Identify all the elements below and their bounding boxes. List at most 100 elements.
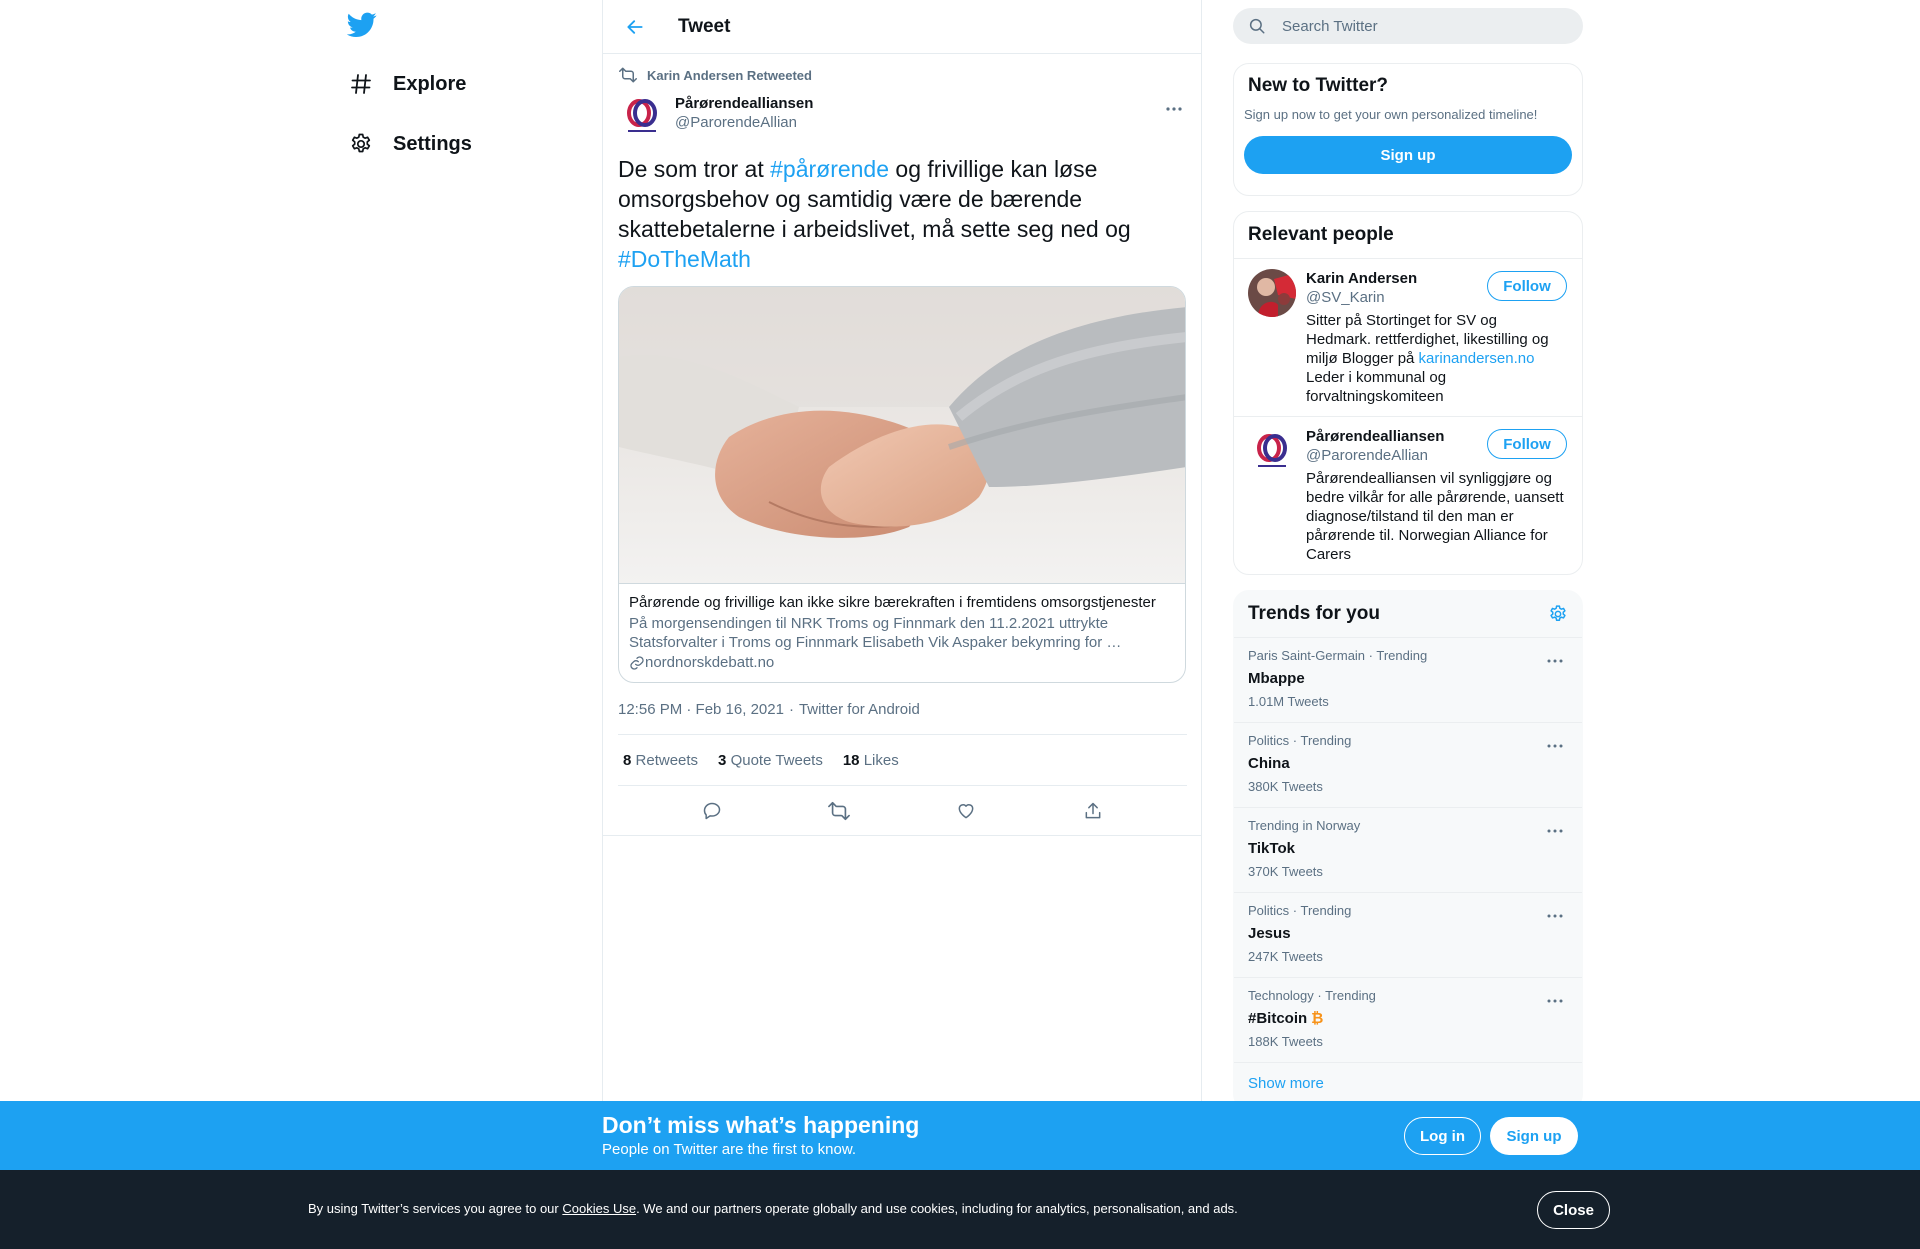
tweet-timestamp[interactable]: 12:56 PM · Feb 16, 2021 xyxy=(618,701,784,718)
back-arrow-icon xyxy=(627,19,643,34)
more-dots-icon xyxy=(1547,659,1563,663)
person-bio: Pårørendealliansen vil synliggjøre og be… xyxy=(1306,470,1564,563)
tweet-meta: 12:56 PM · Feb 16, 2021 · Twitter for An… xyxy=(618,699,1187,719)
retweet-context: Karin Andersen Retweeted xyxy=(618,62,1187,88)
page-header: Tweet xyxy=(603,0,1201,54)
card-domain-text: nordnorskdebatt.no xyxy=(645,654,775,671)
tweet-author: Pårørendealliansen @ParorendeAllian xyxy=(618,92,1187,140)
card-domain: nordnorskdebatt.no xyxy=(629,653,1175,672)
hashtag-icon xyxy=(343,66,379,102)
author-name[interactable]: Pårørendealliansen xyxy=(675,94,813,113)
like-button[interactable] xyxy=(948,793,984,829)
trend-name-row: #Bitcoin ₿ xyxy=(1248,1009,1568,1029)
nav-settings[interactable]: Settings xyxy=(343,122,472,166)
tweet-text: De som tror at #pårørende og frivillige … xyxy=(618,154,1178,274)
reply-button[interactable] xyxy=(694,793,730,829)
likes-label: Likes xyxy=(863,751,899,769)
card-image xyxy=(619,287,1185,584)
signup-bar-subtitle: People on Twitter are the first to know. xyxy=(602,1141,857,1158)
hashtag-link[interactable]: #pårørende xyxy=(770,156,889,182)
hashtag-link[interactable]: #DoTheMath xyxy=(618,246,751,272)
retweets-count: 8 xyxy=(623,751,632,769)
likes-stat[interactable]: 18 Likes xyxy=(843,752,899,769)
more-dots-icon xyxy=(1547,999,1563,1003)
trend-item[interactable]: Paris Saint-Germain · Trending Mbappe 1.… xyxy=(1234,638,1582,723)
trends-panel: Trends for you Paris Saint-Germain · Tre… xyxy=(1233,590,1583,1110)
retweet-button[interactable] xyxy=(821,793,857,829)
trend-count: 1.01M Tweets xyxy=(1248,694,1329,709)
trend-context: Politics · Trending xyxy=(1248,733,1352,748)
retweet-icon xyxy=(827,801,850,820)
person-bio-text: Leder i kommunal og forvaltningskomiteen xyxy=(1306,369,1447,405)
cookie-text: By using Twitter’s services you agree to… xyxy=(308,1201,1238,1216)
trend-count: 247K Tweets xyxy=(1248,949,1323,964)
gear-icon[interactable] xyxy=(1548,604,1568,624)
close-button[interactable]: Close xyxy=(1537,1191,1610,1229)
nav-explore-label: Explore xyxy=(393,72,467,95)
cookie-banner: By using Twitter’s services you agree to… xyxy=(0,1170,1920,1249)
tweet-actions xyxy=(603,786,1201,836)
trend-name: #Bitcoin xyxy=(1248,1010,1308,1027)
quotes-label: Quote Tweets xyxy=(730,751,823,769)
trend-count: 370K Tweets xyxy=(1248,864,1323,879)
trend-count: 380K Tweets xyxy=(1248,779,1323,794)
bio-link[interactable]: karinandersen.no xyxy=(1419,350,1535,367)
tweet: Karin Andersen Retweeted Pårørendeallian… xyxy=(603,62,1201,836)
parorendealliansen-logo xyxy=(1257,434,1287,467)
trend-more-button[interactable] xyxy=(1542,903,1568,929)
show-more-link[interactable]: Show more xyxy=(1234,1063,1582,1104)
relevant-people-title: Relevant people xyxy=(1234,212,1582,259)
cookie-text-part: . We and our partners operate globally a… xyxy=(636,1201,1238,1216)
link-card[interactable]: Pårørende og frivillige kan ikke sikre b… xyxy=(618,286,1186,683)
avatar[interactable] xyxy=(1248,427,1296,475)
tweet-stats: 8 Retweets 3 Quote Tweets 18 Likes xyxy=(618,734,1187,786)
trends-header: Trends for you xyxy=(1234,591,1582,638)
trend-item[interactable]: Politics · Trending Jesus 247K Tweets xyxy=(1234,893,1582,978)
twitter-bird-icon[interactable] xyxy=(347,12,379,44)
trend-more-button[interactable] xyxy=(1542,818,1568,844)
signup-button[interactable]: Sign up xyxy=(1244,136,1572,174)
search-box[interactable] xyxy=(1233,8,1583,44)
trend-more-button[interactable] xyxy=(1542,988,1568,1014)
author-handle[interactable]: @ParorendeAllian xyxy=(675,113,813,132)
follow-button[interactable]: Follow xyxy=(1487,429,1567,459)
trend-count: 188K Tweets xyxy=(1248,1034,1323,1049)
search-input[interactable] xyxy=(1282,17,1562,35)
trend-context: Technology · Trending xyxy=(1248,988,1376,1003)
avatar[interactable] xyxy=(618,92,666,140)
trend-item[interactable]: Technology · Trending #Bitcoin ₿ 188K Tw… xyxy=(1234,978,1582,1063)
person-card[interactable]: Karin Andersen @SV_Karin Sitter på Stort… xyxy=(1234,259,1582,417)
follow-button[interactable]: Follow xyxy=(1487,271,1567,301)
signup-bar-button[interactable]: Sign up xyxy=(1490,1117,1578,1155)
retweet-icon xyxy=(619,67,637,83)
cookies-use-link[interactable]: Cookies Use xyxy=(562,1201,636,1216)
avatar[interactable] xyxy=(1248,269,1296,317)
trend-item[interactable]: Trending in Norway TikTok 370K Tweets xyxy=(1234,808,1582,893)
trend-name: Jesus xyxy=(1248,925,1291,942)
trend-item[interactable]: Politics · Trending China 380K Tweets xyxy=(1234,723,1582,808)
retweeted-by-label[interactable]: Karin Andersen Retweeted xyxy=(647,68,812,83)
nav-settings-label: Settings xyxy=(393,132,472,155)
share-button[interactable] xyxy=(1075,793,1111,829)
trend-more-button[interactable] xyxy=(1542,733,1568,759)
retweets-stat[interactable]: 8 Retweets xyxy=(623,752,698,769)
heart-icon xyxy=(958,803,973,818)
person-card[interactable]: Pårørendealliansen @ParorendeAllian Pårø… xyxy=(1234,417,1582,574)
nav-explore[interactable]: Explore xyxy=(343,62,466,106)
back-button[interactable] xyxy=(617,9,653,45)
trend-context: Paris Saint-Germain · Trending xyxy=(1248,648,1428,663)
person-bio: Sitter på Stortinget for SV og Hedmark. … xyxy=(1306,311,1566,406)
tweet-source[interactable]: Twitter for Android xyxy=(799,701,920,718)
quote-tweets-stat[interactable]: 3 Quote Tweets xyxy=(718,752,823,769)
more-options-button[interactable] xyxy=(1161,96,1187,122)
trend-more-button[interactable] xyxy=(1542,648,1568,674)
tweet-text-part: De som tror at xyxy=(618,156,771,182)
more-dots-icon xyxy=(1547,829,1563,833)
likes-count: 18 xyxy=(842,751,860,769)
trend-name: TikTok xyxy=(1248,840,1295,857)
more-dots-icon xyxy=(1547,914,1563,918)
bitcoin-icon: ₿ xyxy=(1311,1010,1324,1027)
login-button[interactable]: Log in xyxy=(1404,1117,1481,1155)
cookie-text-part: By using Twitter’s services you agree to… xyxy=(308,1201,563,1216)
more-dots-icon xyxy=(1547,744,1563,748)
